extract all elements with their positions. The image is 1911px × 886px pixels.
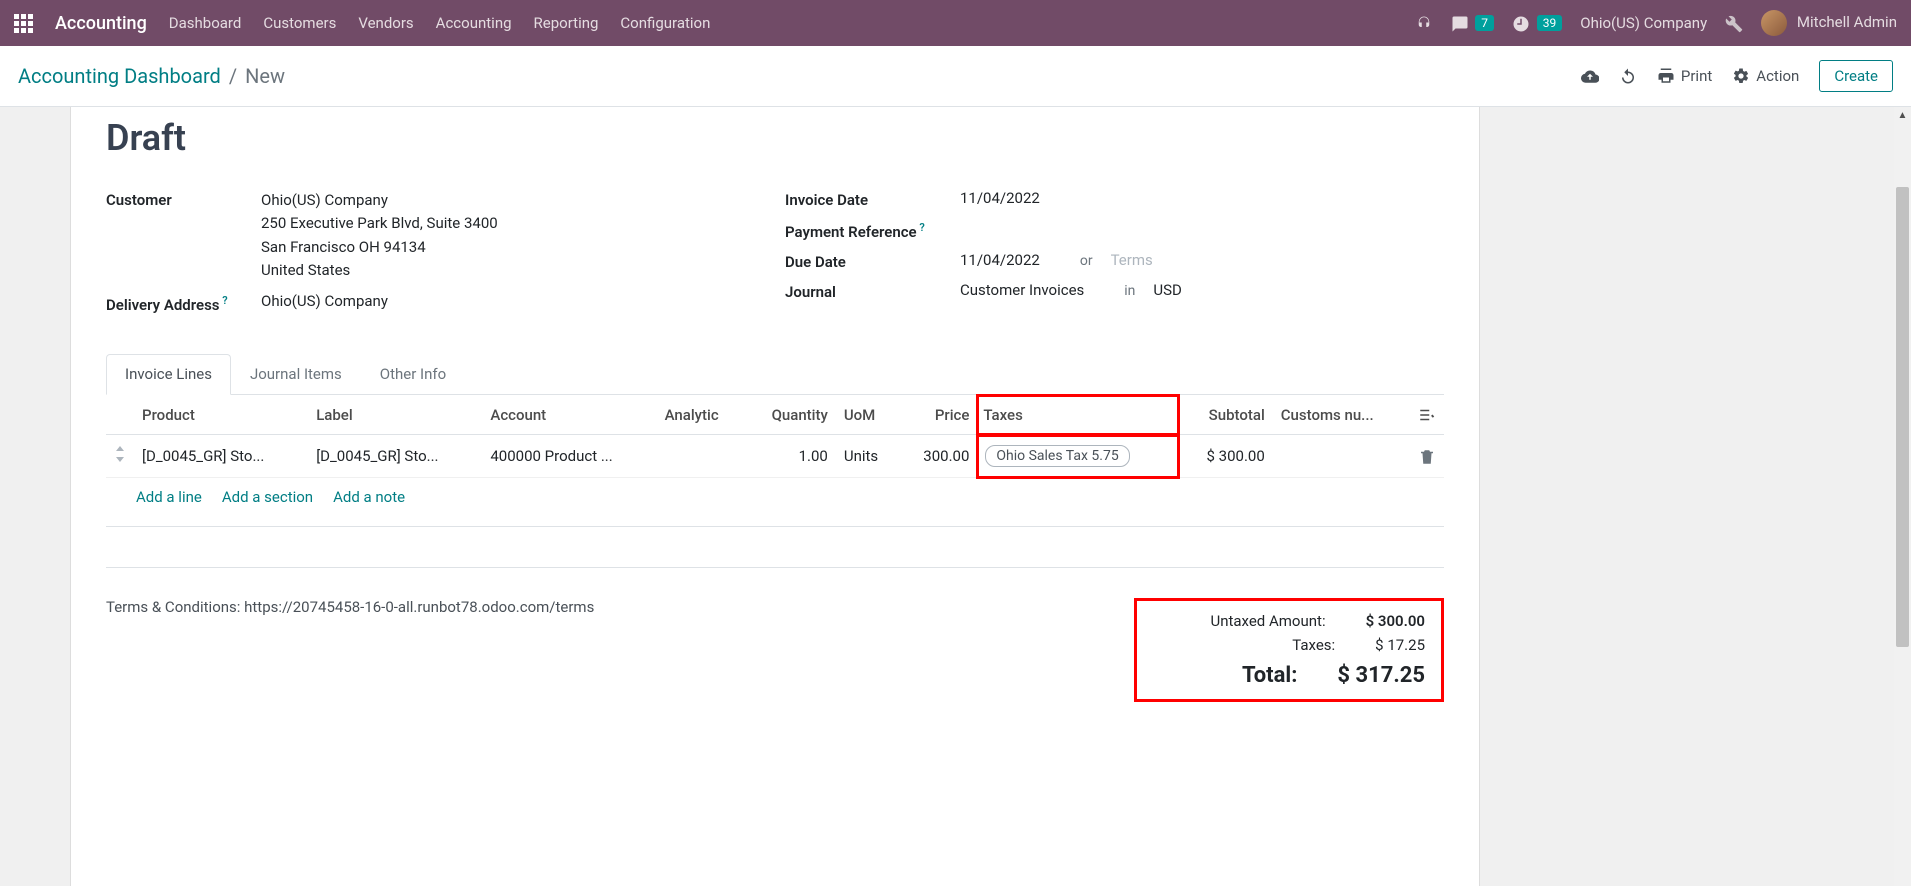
add-section-link[interactable]: Add a section — [222, 488, 313, 506]
cell-analytic[interactable] — [657, 435, 745, 478]
or-label: or — [1080, 253, 1093, 269]
untaxed-value: $ 300.00 — [1366, 612, 1425, 630]
cell-account[interactable]: 400000 Product ... — [482, 435, 656, 478]
customer-label: Customer — [106, 189, 261, 209]
totals-box: Untaxed Amount: $ 300.00 Taxes: $ 17.25 … — [1134, 598, 1444, 702]
form-sheet: Draft Customer Ohio(US) Company 250 Exec… — [70, 107, 1480, 886]
invoice-date-value[interactable]: 11/04/2022 — [960, 189, 1444, 207]
print-button[interactable]: Print — [1657, 67, 1712, 85]
add-line-link[interactable]: Add a line — [136, 488, 202, 506]
company-switcher[interactable]: Ohio(US) Company — [1580, 14, 1707, 32]
delivery-label: Delivery Address — [106, 292, 261, 314]
due-date-label: Due Date — [785, 251, 960, 271]
journal-label: Journal — [785, 281, 960, 301]
total-label: Total: — [1153, 663, 1297, 688]
app-title[interactable]: Accounting — [55, 13, 147, 34]
tab-other-info[interactable]: Other Info — [361, 354, 465, 394]
invoice-lines-table: Product Label Account Analytic Quantity … — [106, 395, 1444, 568]
columns-options-icon[interactable] — [1418, 405, 1436, 424]
user-menu[interactable]: Mitchell Admin — [1761, 10, 1897, 36]
nav-configuration[interactable]: Configuration — [620, 14, 710, 32]
tab-journal-items[interactable]: Journal Items — [231, 354, 361, 394]
col-customs[interactable]: Customs nu... — [1273, 395, 1410, 435]
messages-badge: 7 — [1475, 15, 1494, 31]
terms-placeholder[interactable]: Terms — [1111, 251, 1153, 269]
top-nav: Accounting Dashboard Customers Vendors A… — [0, 0, 1911, 46]
create-button[interactable]: Create — [1819, 60, 1893, 92]
cell-label[interactable]: [D_0045_GR] Sto... — [308, 435, 482, 478]
col-subtotal[interactable]: Subtotal — [1179, 395, 1273, 435]
terms-text[interactable]: Terms & Conditions: https://20745458-16-… — [106, 598, 1094, 616]
form-left-col: Customer Ohio(US) Company 250 Executive … — [106, 189, 765, 324]
taxes-total-label: Taxes: — [1153, 636, 1335, 654]
breadcrumb-current: New — [245, 64, 285, 88]
scrollbar[interactable]: ▲ — [1894, 107, 1911, 886]
activities-icon[interactable]: 39 — [1512, 13, 1562, 32]
customer-value[interactable]: Ohio(US) Company 250 Executive Park Blvd… — [261, 189, 765, 282]
cell-product[interactable]: [D_0045_GR] Sto... — [134, 435, 308, 478]
activities-badge: 39 — [1537, 15, 1563, 31]
cell-taxes[interactable]: Ohio Sales Tax 5.75 — [977, 435, 1179, 478]
col-label[interactable]: Label — [308, 395, 482, 435]
invoice-date-label: Invoice Date — [785, 189, 960, 209]
table-row[interactable]: [D_0045_GR] Sto... [D_0045_GR] Sto... 40… — [106, 435, 1444, 478]
cell-uom[interactable]: Units — [836, 435, 899, 478]
apps-icon[interactable] — [14, 14, 33, 33]
col-analytic[interactable]: Analytic — [657, 395, 745, 435]
control-panel: Accounting Dashboard / New Print Action … — [0, 46, 1911, 107]
journal-value[interactable]: Customer Invoices in USD — [960, 281, 1444, 299]
delete-row-icon[interactable] — [1410, 435, 1444, 478]
nav-customers[interactable]: Customers — [263, 14, 336, 32]
col-taxes[interactable]: Taxes — [977, 395, 1179, 435]
total-value: $ 317.25 — [1337, 663, 1425, 688]
print-label: Print — [1681, 67, 1712, 85]
currency-value[interactable]: USD — [1153, 281, 1181, 299]
tab-invoice-lines[interactable]: Invoice Lines — [106, 354, 231, 395]
breadcrumb-sep: / — [229, 64, 237, 88]
support-icon[interactable] — [1415, 13, 1433, 32]
discard-icon[interactable] — [1619, 67, 1637, 85]
nav-reporting[interactable]: Reporting — [534, 14, 599, 32]
nav-dashboard[interactable]: Dashboard — [169, 14, 242, 32]
action-label: Action — [1756, 67, 1799, 85]
nav-vendors[interactable]: Vendors — [358, 14, 413, 32]
cell-price[interactable]: 300.00 — [899, 435, 977, 478]
avatar — [1761, 10, 1787, 36]
col-account[interactable]: Account — [482, 395, 656, 435]
scroll-area: Draft Customer Ohio(US) Company 250 Exec… — [0, 107, 1911, 886]
debug-icon[interactable] — [1725, 13, 1743, 32]
col-uom[interactable]: UoM — [836, 395, 899, 435]
user-name: Mitchell Admin — [1797, 13, 1897, 31]
cell-subtotal: $ 300.00 — [1179, 435, 1273, 478]
blank-row — [106, 527, 1444, 567]
tabs: Invoice Lines Journal Items Other Info — [106, 354, 1444, 395]
scroll-up-icon[interactable]: ▲ — [1894, 107, 1911, 124]
cell-qty[interactable]: 1.00 — [745, 435, 836, 478]
payref-label: Payment Reference — [785, 219, 960, 241]
nav-accounting[interactable]: Accounting — [436, 14, 512, 32]
due-date-value[interactable]: 11/04/2022 or Terms — [960, 251, 1444, 269]
form-right-col: Invoice Date 11/04/2022 Payment Referenc… — [785, 189, 1444, 324]
cloud-upload-icon[interactable] — [1581, 67, 1599, 85]
add-note-link[interactable]: Add a note — [333, 488, 405, 506]
taxes-total-value: $ 17.25 — [1375, 636, 1425, 654]
delivery-value[interactable]: Ohio(US) Company — [261, 292, 765, 310]
page-title: Draft — [106, 107, 1444, 159]
col-quantity[interactable]: Quantity — [745, 395, 836, 435]
drag-handle-icon[interactable] — [106, 435, 134, 478]
breadcrumb: Accounting Dashboard / New — [18, 64, 285, 88]
breadcrumb-root[interactable]: Accounting Dashboard — [18, 64, 221, 88]
scroll-thumb[interactable] — [1896, 187, 1909, 647]
action-button[interactable]: Action — [1732, 67, 1799, 85]
col-product[interactable]: Product — [134, 395, 308, 435]
untaxed-label: Untaxed Amount: — [1153, 612, 1326, 630]
messages-icon[interactable]: 7 — [1451, 13, 1494, 32]
tax-tag[interactable]: Ohio Sales Tax 5.75 — [985, 445, 1129, 467]
col-price[interactable]: Price — [899, 395, 977, 435]
in-label: in — [1124, 283, 1135, 299]
